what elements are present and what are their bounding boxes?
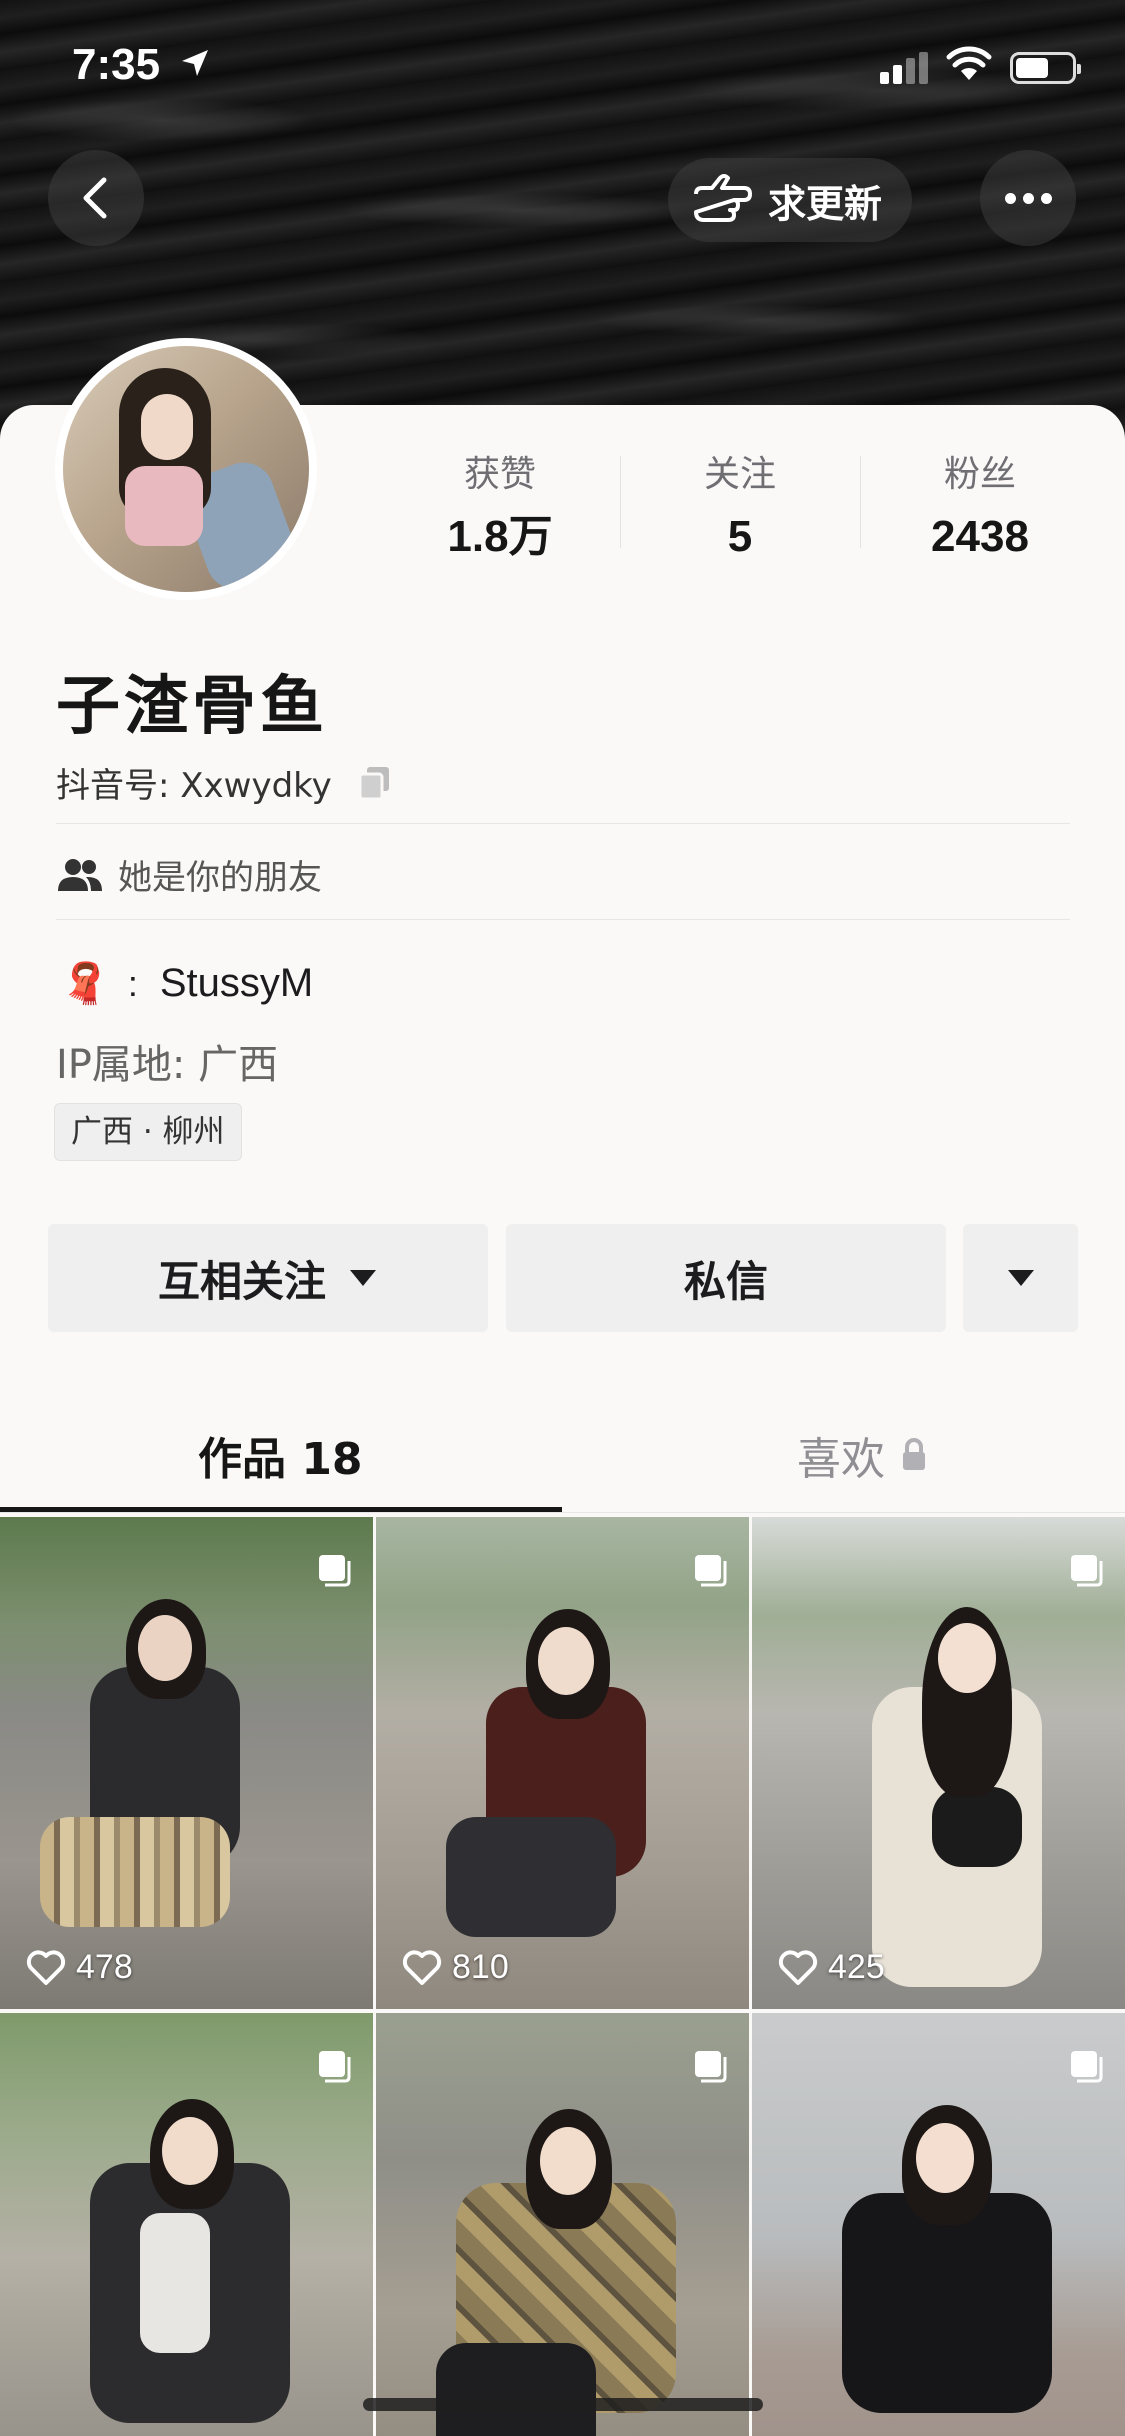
avatar[interactable] — [55, 338, 317, 600]
location-tag[interactable]: 广西 · 柳州 — [54, 1103, 242, 1161]
friend-relation-row: 她是你的朋友 — [56, 850, 322, 899]
heart-icon — [26, 1949, 66, 1985]
ip-location: IP属地: 广西 — [56, 1042, 279, 1088]
battery-level-fill — [1016, 58, 1048, 78]
multi-image-icon — [1071, 2051, 1103, 2083]
signature-text: StussyM — [159, 961, 314, 1005]
video-thumbnail[interactable]: 810 — [376, 1517, 749, 2009]
tab-likes[interactable]: 喜欢 — [797, 1423, 927, 1487]
status-bar: 7:35 — [0, 0, 1125, 130]
battery-icon — [1010, 52, 1081, 84]
multi-image-icon — [319, 2051, 351, 2083]
multi-image-icon — [319, 1555, 351, 1587]
tab-works-label: 作品 18 — [198, 1434, 363, 1485]
stat-label: 粉丝 — [943, 454, 1016, 495]
multi-image-icon — [1071, 1555, 1103, 1587]
video-likes: 478 — [26, 1948, 133, 1987]
signature-row: 🧣 : StussyM — [60, 960, 313, 1007]
chevron-left-icon — [83, 177, 107, 219]
message-label: 私信 — [683, 1256, 768, 1306]
stat-value: 2438 — [931, 512, 1029, 561]
more-options-dropdown[interactable] — [963, 1224, 1078, 1332]
location-arrow-icon — [182, 50, 208, 76]
douyin-id-row: 抖音号: Xxwydky — [56, 758, 394, 807]
caret-down-icon — [1007, 1270, 1034, 1286]
home-indicator[interactable] — [363, 2398, 763, 2411]
heart-icon — [778, 1949, 818, 1985]
stat-value: 1.8万 — [447, 512, 553, 561]
signature-colon: : — [127, 962, 138, 1004]
video-thumbnail[interactable] — [0, 2013, 373, 2436]
profile-stats: 获赞 1.8万 关注 5 粉丝 2438 — [380, 450, 1100, 570]
wifi-icon — [946, 46, 992, 80]
mutual-follow-label: 互相关注 — [157, 1256, 326, 1306]
stat-label: 关注 — [703, 454, 776, 495]
stat-value: 5 — [727, 512, 753, 561]
tab-works[interactable]: 作品 18 — [198, 1423, 363, 1487]
divider — [56, 919, 1070, 920]
more-dot-icon — [1004, 192, 1016, 204]
more-dot-icon — [1022, 192, 1034, 204]
stat-followers[interactable]: 粉丝 2438 — [860, 450, 1100, 570]
back-button[interactable] — [48, 150, 144, 246]
video-likes-count: 425 — [828, 1948, 885, 1986]
video-thumbnail[interactable] — [752, 2013, 1125, 2436]
message-button[interactable]: 私信 — [506, 1224, 946, 1332]
multi-image-icon — [695, 1555, 727, 1587]
video-likes-count: 478 — [76, 1948, 133, 1986]
cellular-signal-icon — [880, 52, 928, 84]
multi-image-icon — [695, 2051, 727, 2083]
tab-likes-label: 喜欢 — [797, 1434, 885, 1485]
tabs-divider — [0, 1512, 1125, 1513]
video-likes: 425 — [778, 1948, 885, 1987]
stat-label: 获赞 — [463, 454, 536, 495]
video-likes-count: 810 — [452, 1948, 509, 1986]
avatar-image — [63, 346, 309, 592]
more-button[interactable] — [980, 150, 1076, 246]
video-grid: 478 810 425 — [0, 1517, 1125, 2436]
scarf-icon: 🧣 — [60, 962, 110, 1006]
video-likes: 810 — [402, 1948, 509, 1987]
heart-icon — [402, 1949, 442, 1985]
friend-relation-text: 她是你的朋友 — [118, 858, 322, 898]
content-tabs: 作品 18 喜欢 — [0, 1395, 1125, 1515]
request-update-label: 求更新 — [768, 181, 883, 226]
divider — [56, 823, 1070, 824]
copy-icon[interactable] — [356, 764, 394, 802]
request-update-button[interactable]: 求更新 — [668, 158, 913, 242]
video-thumbnail[interactable]: 478 — [0, 1517, 373, 2009]
status-time: 7:35 — [72, 40, 161, 89]
friends-icon — [58, 858, 102, 891]
mutual-follow-button[interactable]: 互相关注 — [48, 1224, 488, 1332]
douyin-id-text: 抖音号: Xxwydky — [56, 766, 332, 806]
profile-name: 子渣骨鱼 — [56, 670, 328, 744]
stat-likes-received[interactable]: 获赞 1.8万 — [380, 450, 620, 570]
video-thumbnail[interactable]: 425 — [752, 1517, 1125, 2009]
more-dot-icon — [1040, 192, 1052, 204]
caret-down-icon — [350, 1270, 376, 1286]
video-thumbnail[interactable] — [376, 2013, 749, 2436]
stat-following[interactable]: 关注 5 — [620, 450, 860, 570]
pointing-hand-icon — [694, 174, 752, 222]
lock-icon — [903, 1438, 925, 1470]
